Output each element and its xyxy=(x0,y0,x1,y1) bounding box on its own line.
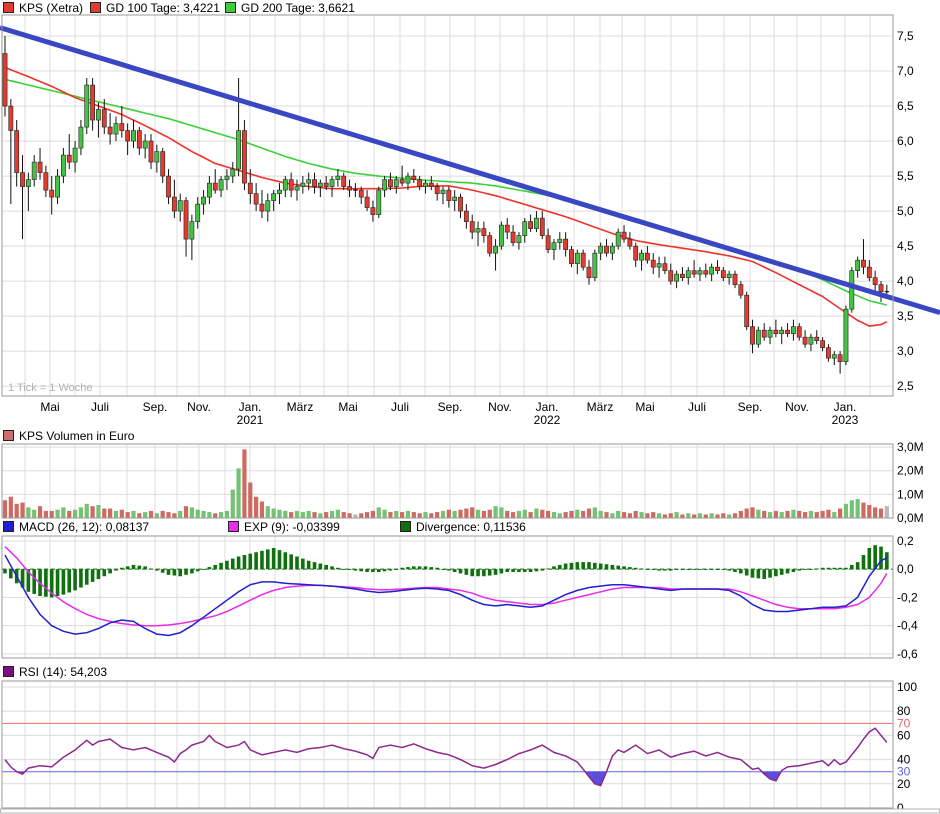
gd200-line xyxy=(5,79,887,305)
y-axis-label: 3,5 xyxy=(897,309,914,323)
x-axis-month-label: März xyxy=(287,400,314,414)
bottom-strip xyxy=(1,809,940,813)
x-axis-month-label: Juli xyxy=(688,400,706,414)
panel-border xyxy=(2,444,893,518)
volume-label: KPS Volumen in Euro xyxy=(19,429,134,443)
candles xyxy=(3,36,889,374)
y-axis-label: 100 xyxy=(897,680,917,694)
y-axis-label: 7,0 xyxy=(897,64,914,78)
y-axis-label: 0,0 xyxy=(897,562,914,576)
divergence-label: Divergence: 0,11536 xyxy=(416,520,526,534)
x-axis-month-label: Nov. xyxy=(488,400,512,414)
x-axis-month-label: Nov. xyxy=(785,400,809,414)
y-axis-label: 4,0 xyxy=(897,274,914,288)
legend-item-volume: KPS Volumen in Euro xyxy=(3,429,134,442)
x-axis-month-label: Nov. xyxy=(187,400,211,414)
legend-item-exp: EXP (9): -0,03399 xyxy=(228,520,340,533)
y-axis-label: 60 xyxy=(897,728,911,742)
kps-swatch-icon xyxy=(3,2,14,13)
volume-legend: KPS Volumen in Euro xyxy=(0,429,940,442)
y-axis-label: 3,0 xyxy=(897,344,914,358)
volume-swatch-icon xyxy=(3,430,14,441)
y-axis-label: 2,5 xyxy=(897,379,914,393)
y-axis-label: 6,5 xyxy=(897,99,914,113)
gd100-label: GD 100 Tage: 3,4221 xyxy=(106,1,220,15)
legend-item-rsi: RSI (14): 54,203 xyxy=(3,665,107,678)
y-axis-label: -0,6 xyxy=(897,647,918,661)
macd-line xyxy=(5,555,887,635)
trendline xyxy=(0,28,940,313)
x-axis-year-label: 2021 xyxy=(237,413,264,427)
x-axis-month-label: Juli xyxy=(391,400,409,414)
x-axis-month-label: Sep. xyxy=(143,400,168,414)
rsi-line xyxy=(5,728,887,785)
macd-label: MACD (26, 12): 0,08137 xyxy=(19,520,149,534)
macd-legend: MACD (26, 12): 0,08137 EXP (9): -0,03399… xyxy=(0,520,940,533)
y-axis-label: 20 xyxy=(897,777,911,791)
legend-item-gd200: GD 200 Tage: 3,6621 xyxy=(225,1,355,14)
exp-label: EXP (9): -0,03399 xyxy=(244,520,340,534)
x-axis-month-label: Sep. xyxy=(738,400,763,414)
y-axis-label: 2,0M xyxy=(897,464,924,478)
x-axis-month-label: Jan. xyxy=(834,400,857,414)
divergence-swatch-icon xyxy=(400,521,411,532)
rsi-swatch-icon xyxy=(3,666,14,677)
gd200-swatch-icon xyxy=(225,2,236,13)
macd-swatch-icon xyxy=(3,521,14,532)
y-axis-label: 6,0 xyxy=(897,134,914,148)
volume-bars xyxy=(3,449,889,518)
main-chart-legend: KPS (Xetra) GD 100 Tage: 3,4221 GD 200 T… xyxy=(0,1,940,14)
y-axis-label: 5,5 xyxy=(897,169,914,183)
chart-page: 7,5 7,0 6,5 6,0 5,5 5,0 4,5 4,0 3,5 3,0 2,5 3,0M 2,0… xyxy=(0,0,940,814)
y-axis-label: 1,0M xyxy=(897,487,924,501)
x-axis-year-label: 2022 xyxy=(534,413,561,427)
x-axis-year-label: 2023 xyxy=(832,413,859,427)
legend-item-macd: MACD (26, 12): 0,08137 xyxy=(3,520,149,533)
tick-interval-note: 1 Tick = 1 Woche xyxy=(8,382,92,394)
gd100-swatch-icon xyxy=(90,2,101,13)
x-axis-month-label: Juli xyxy=(91,400,109,414)
exp-swatch-icon xyxy=(228,521,239,532)
y-axis-label: 3,0M xyxy=(897,440,924,454)
y-axis-label: -0,4 xyxy=(897,619,918,633)
x-axis-month-label: Mai xyxy=(635,400,654,414)
legend-item-divergence: Divergence: 0,11536 xyxy=(400,520,526,533)
y-axis-label: 4,5 xyxy=(897,239,914,253)
x-axis-month-label: Sep. xyxy=(438,400,463,414)
x-axis-month-label: März xyxy=(587,400,614,414)
y-axis-label: 0,2 xyxy=(897,534,914,548)
charts-canvas: 7,5 7,0 6,5 6,0 5,5 5,0 4,5 4,0 3,5 3,0 2,5 3,0M 2,0… xyxy=(0,0,940,814)
x-axis-month-label: Mai xyxy=(338,400,357,414)
legend-item-symbol: KPS (Xetra) xyxy=(3,1,83,14)
y-axis-label: 5,0 xyxy=(897,204,914,218)
symbol-label: KPS (Xetra) xyxy=(19,1,83,15)
x-axis-month-label: Jan. xyxy=(536,400,559,414)
panel-border xyxy=(2,681,893,808)
gd200-label: GD 200 Tage: 3,6621 xyxy=(241,1,355,15)
rsi-label: RSI (14): 54,203 xyxy=(19,665,107,679)
y-axis-label: -0,2 xyxy=(897,590,918,604)
legend-item-gd100: GD 100 Tage: 3,4221 xyxy=(90,1,220,14)
x-axis-month-label: Jan. xyxy=(239,400,262,414)
x-axis-month-label: Mai xyxy=(40,400,59,414)
exp-line xyxy=(5,547,887,626)
rsi-legend: RSI (14): 54,203 xyxy=(0,665,940,678)
y-axis-label: 7,5 xyxy=(897,29,914,43)
